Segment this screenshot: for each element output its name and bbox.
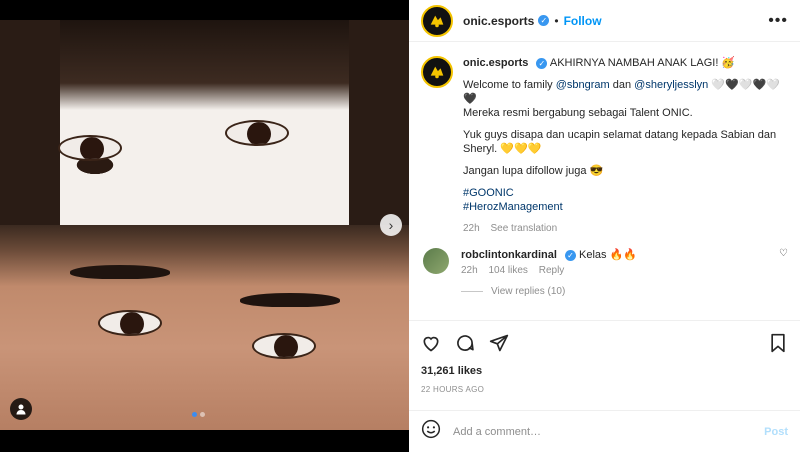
- see-translation-link[interactable]: See translation: [490, 223, 557, 234]
- reply-button[interactable]: Reply: [539, 265, 565, 276]
- caption-line2: Mereka resmi bergabung sebagai Talent ON…: [463, 107, 693, 119]
- comment-likes[interactable]: 104 likes: [488, 265, 527, 276]
- likes-count[interactable]: 31,261 likes: [421, 365, 788, 377]
- comment-body: robclintonkardinal ✓ Kelas 🔥🔥 22h 104 lik…: [461, 248, 637, 278]
- caption-and: dan: [612, 79, 632, 91]
- post-header: onic.esports ✓ • Follow •••: [409, 0, 800, 42]
- caption-meta: 22h See translation: [463, 222, 788, 236]
- caption-text: onic.esports ✓ AKHIRNYA NAMBAH ANAK LAGI!…: [463, 56, 788, 236]
- right-eyebrow: [240, 293, 340, 307]
- post-media[interactable]: ›: [0, 0, 409, 452]
- left-eyebrow: [70, 265, 170, 279]
- author-avatar[interactable]: [421, 4, 453, 37]
- comments-section[interactable]: onic.esports ✓ AKHIRNYA NAMBAH ANAK LAGI!…: [409, 42, 800, 320]
- comment-text: Kelas 🔥🔥: [579, 249, 637, 261]
- comment-like-icon[interactable]: ♡: [779, 248, 788, 259]
- caption-title: AKHIRNYA NAMBAH ANAK LAGI! 🥳: [549, 57, 736, 69]
- carousel-dot-1: [192, 412, 197, 417]
- mention-sheryljesslyn[interactable]: @sheryljesslyn: [634, 79, 708, 91]
- caption: onic.esports ✓ AKHIRNYA NAMBAH ANAK LAGI!…: [421, 56, 788, 236]
- hair-bangs: [0, 20, 409, 110]
- next-arrow-icon[interactable]: ›: [380, 214, 402, 236]
- hair-right: [349, 20, 409, 225]
- separator-dot: •: [554, 13, 559, 28]
- add-comment-bar: Post: [409, 410, 800, 452]
- more-options-icon[interactable]: •••: [768, 12, 788, 30]
- right-eye-male: [252, 333, 316, 359]
- verified-icon: ✓: [564, 249, 576, 261]
- commenter-handle[interactable]: robclintonkardinal: [461, 249, 557, 261]
- post-comment-button[interactable]: Post: [764, 426, 788, 438]
- post-detail-panel: onic.esports ✓ • Follow ••• onic.esports…: [409, 0, 800, 452]
- comment-meta: 22h 104 likes Reply: [461, 264, 637, 278]
- user-tag-icon[interactable]: [10, 398, 32, 420]
- caption-author[interactable]: onic.esports: [463, 57, 528, 69]
- author-handle[interactable]: onic.esports: [463, 14, 534, 28]
- left-eye: [58, 135, 122, 161]
- caption-line3: Yuk guys disapa dan ucapin selamat datan…: [463, 129, 777, 155]
- photo-female-eyes: [0, 20, 409, 225]
- caption-line1-prefix: Welcome to family: [463, 79, 553, 91]
- caption-time: 22h: [463, 223, 480, 234]
- follow-button[interactable]: Follow: [564, 14, 602, 28]
- heart-icon[interactable]: [421, 333, 441, 353]
- hashtag-herozmanagement[interactable]: #HerozManagement: [463, 200, 788, 214]
- comment-time: 22h: [461, 265, 478, 276]
- right-eye: [225, 120, 289, 146]
- comment-icon[interactable]: [455, 333, 475, 353]
- comment-item: robclintonkardinal ✓ Kelas 🔥🔥 22h 104 lik…: [421, 248, 788, 278]
- hair-left: [0, 20, 60, 225]
- view-replies-link[interactable]: View replies (10): [461, 286, 788, 297]
- post-timestamp: 22 HOURS AGO: [421, 385, 485, 394]
- hashtag-goonic[interactable]: #GOONIC: [463, 186, 788, 200]
- caption-avatar[interactable]: [421, 56, 453, 88]
- left-eye-male: [98, 310, 162, 336]
- add-comment-input[interactable]: [453, 425, 765, 438]
- photo-bottom-strip: [0, 430, 409, 452]
- carousel-dot-2: [200, 412, 205, 417]
- mention-sbngram[interactable]: @sbngram: [556, 79, 610, 91]
- photo-male-eyes: [0, 225, 409, 430]
- share-icon[interactable]: [489, 333, 509, 353]
- caption-line4: Jangan lupa difollow juga 😎: [463, 165, 604, 177]
- save-icon[interactable]: [768, 333, 788, 353]
- verified-icon: ✓: [538, 15, 550, 26]
- action-bar: [421, 333, 788, 353]
- verified-icon: ✓: [536, 57, 548, 69]
- post-actions: 31,261 likes 22 HOURS AGO: [409, 320, 800, 394]
- emoji-icon[interactable]: [421, 419, 441, 444]
- carousel-indicator: [192, 412, 205, 417]
- commenter-avatar[interactable]: [423, 248, 449, 274]
